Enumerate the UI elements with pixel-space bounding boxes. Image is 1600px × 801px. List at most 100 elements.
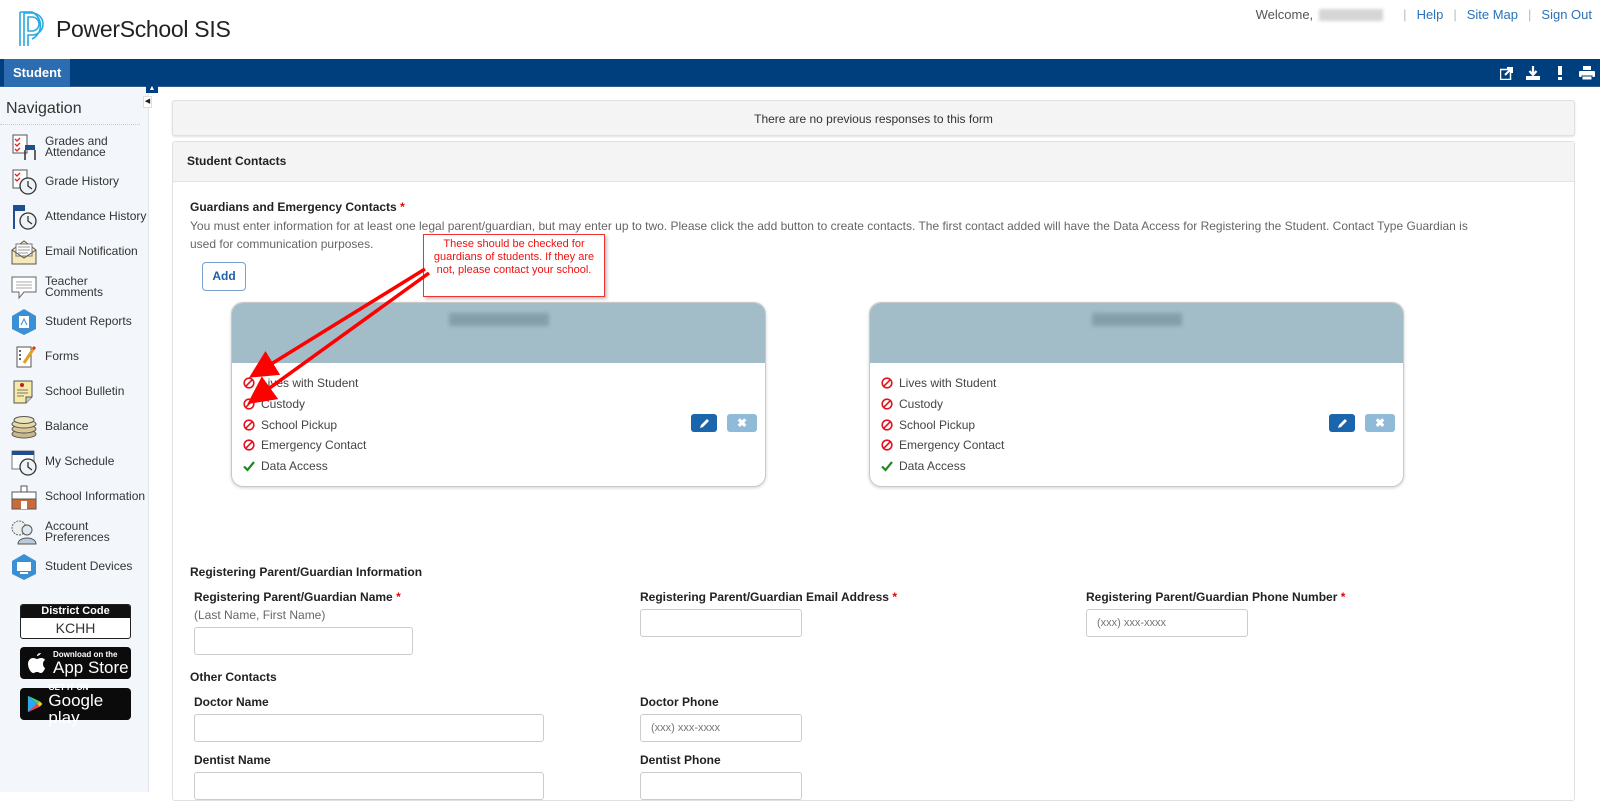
delete-contact-button[interactable]: ✖ bbox=[727, 414, 757, 432]
attribute-label: Custody bbox=[899, 397, 944, 412]
app-store-badge[interactable]: Download on the App Store bbox=[20, 647, 131, 679]
external-link-icon[interactable] bbox=[1497, 64, 1515, 82]
sidebar-item-teacher-comments[interactable]: Teacher Comments bbox=[0, 269, 148, 304]
contact-card: Lives with Student Custody School Pickup… bbox=[231, 302, 766, 487]
attribute-label: School Pickup bbox=[261, 417, 338, 432]
google-play-badge[interactable]: GET IT ON Google play bbox=[20, 683, 131, 726]
attribute-label: Data Access bbox=[261, 459, 328, 474]
reports-icon bbox=[12, 308, 36, 335]
student-contacts-panel: Student Contacts Guardians and Emergency… bbox=[172, 141, 1575, 801]
doctor-phone-input[interactable] bbox=[640, 714, 802, 742]
grades-attendance-icon bbox=[12, 134, 36, 160]
sidebar-item-school-bulletin[interactable]: School Bulletin bbox=[0, 374, 148, 409]
required-mark: * bbox=[1340, 590, 1346, 604]
sidebar-item-balance[interactable]: Balance bbox=[0, 409, 148, 444]
print-icon[interactable] bbox=[1578, 64, 1596, 82]
sidebar-item-label: Student Devices bbox=[45, 559, 133, 573]
attribute-row: School Pickup bbox=[880, 414, 1403, 435]
other-contacts-title: Other Contacts bbox=[190, 670, 277, 684]
comment-icon bbox=[11, 276, 37, 299]
not-allowed-icon bbox=[242, 438, 256, 452]
apple-icon bbox=[28, 653, 45, 673]
registering-name-label: Registering Parent/Guardian Name * bbox=[194, 590, 401, 604]
devices-icon bbox=[12, 553, 36, 580]
contact-card: Lives with Student Custody School Pickup… bbox=[869, 302, 1404, 487]
guardians-title-text: Guardians and Emergency Contacts bbox=[190, 200, 397, 214]
district-code-box: District Code KCHH bbox=[20, 604, 131, 639]
edit-contact-button[interactable] bbox=[691, 414, 717, 432]
sidebar: Navigation Grades and Attendance Grade H… bbox=[0, 88, 149, 792]
school-icon bbox=[11, 485, 37, 509]
attribute-label: Emergency Contact bbox=[261, 438, 367, 453]
download-icon[interactable] bbox=[1524, 64, 1542, 82]
sidebar-item-label: Grade History bbox=[45, 174, 120, 188]
coins-icon bbox=[11, 415, 37, 438]
dentist-name-input[interactable] bbox=[194, 772, 544, 800]
registering-section-title: Registering Parent/Guardian Information bbox=[190, 565, 423, 579]
attribute-label: Data Access bbox=[899, 459, 966, 474]
sidebar-item-label: Teacher Comments bbox=[45, 273, 104, 299]
attribute-row: School Pickup bbox=[242, 414, 765, 435]
edit-contact-button[interactable] bbox=[1329, 414, 1355, 432]
checkmark-icon bbox=[242, 459, 256, 473]
sidebar-item-student-reports[interactable]: Student Reports bbox=[0, 304, 148, 339]
app-store-big: App Store bbox=[53, 658, 129, 677]
close-icon: ✖ bbox=[1374, 416, 1386, 430]
grade-history-icon bbox=[12, 169, 37, 195]
app-title: PowerSchool SIS bbox=[56, 15, 231, 42]
attribute-row: Data Access bbox=[880, 456, 1403, 477]
sidebar-item-email-notification[interactable]: Email Notification bbox=[0, 234, 148, 269]
registering-phone-label: Registering Parent/Guardian Phone Number… bbox=[1086, 590, 1345, 604]
sidebar-item-student-devices[interactable]: Student Devices bbox=[0, 549, 148, 584]
sidebar-item-grades-attendance[interactable]: Grades and Attendance bbox=[0, 129, 148, 164]
powerschool-logo[interactable]: PowerSchool SIS bbox=[18, 10, 231, 48]
attribute-label: School Pickup bbox=[899, 417, 976, 432]
guardians-description: You must enter information for at least … bbox=[190, 219, 1468, 251]
dentist-phone-input[interactable] bbox=[640, 772, 802, 800]
alert-icon[interactable] bbox=[1551, 64, 1569, 82]
tab-student[interactable]: Student bbox=[4, 59, 71, 87]
collapse-sidebar-button[interactable]: ◀ bbox=[143, 96, 152, 108]
sidebar-item-school-information[interactable]: School Information bbox=[0, 479, 148, 514]
collapse-header-button[interactable]: ▲ bbox=[146, 85, 158, 93]
registering-phone-input[interactable] bbox=[1086, 609, 1248, 637]
account-icon bbox=[11, 520, 37, 544]
attribute-label: Lives with Student bbox=[899, 376, 997, 391]
not-allowed-icon bbox=[880, 418, 894, 432]
not-allowed-icon bbox=[242, 397, 256, 411]
powerschool-p-icon bbox=[19, 11, 44, 46]
attribute-row: Custody bbox=[242, 394, 765, 415]
sidebar-item-grade-history[interactable]: Grade History bbox=[0, 164, 148, 199]
contact-card-header bbox=[232, 303, 765, 363]
divider: | bbox=[1403, 7, 1407, 22]
registering-name-input[interactable] bbox=[194, 627, 413, 655]
not-allowed-icon bbox=[880, 376, 894, 390]
sign-out-link[interactable]: Sign Out bbox=[1541, 7, 1592, 22]
bulletin-icon bbox=[13, 380, 33, 403]
delete-contact-button[interactable]: ✖ bbox=[1365, 414, 1395, 432]
sidebar-item-attendance-history[interactable]: Attendance History bbox=[0, 199, 148, 234]
help-link[interactable]: Help bbox=[1417, 7, 1444, 22]
sidebar-item-my-schedule[interactable]: My Schedule bbox=[0, 444, 148, 479]
sidebar-item-label: Balance bbox=[45, 419, 89, 433]
contact-card-header bbox=[870, 303, 1403, 363]
google-play-big: Google play bbox=[48, 690, 104, 727]
sidebar-item-forms[interactable]: Forms bbox=[0, 339, 148, 374]
card-actions: ✖ bbox=[1329, 414, 1395, 432]
site-map-link[interactable]: Site Map bbox=[1467, 7, 1518, 22]
attribute-row: Emergency Contact bbox=[880, 435, 1403, 456]
district-code-label: District Code bbox=[21, 605, 130, 618]
pencil-icon bbox=[1337, 418, 1347, 428]
not-allowed-icon bbox=[880, 397, 894, 411]
email-icon bbox=[11, 239, 37, 264]
doctor-name-input[interactable] bbox=[194, 714, 544, 742]
divider: | bbox=[1528, 7, 1532, 22]
attribute-row: Custody bbox=[880, 394, 1403, 415]
doctor-phone-label: Doctor Phone bbox=[640, 695, 719, 709]
required-mark: * bbox=[892, 590, 897, 604]
registering-email-input[interactable] bbox=[640, 609, 802, 637]
sidebar-item-label: School Information bbox=[45, 489, 146, 503]
add-contact-button[interactable]: Add bbox=[202, 262, 246, 291]
main-content: There are no previous responses to this … bbox=[172, 100, 1575, 801]
sidebar-item-account-preferences[interactable]: Account Preferences bbox=[0, 514, 148, 549]
